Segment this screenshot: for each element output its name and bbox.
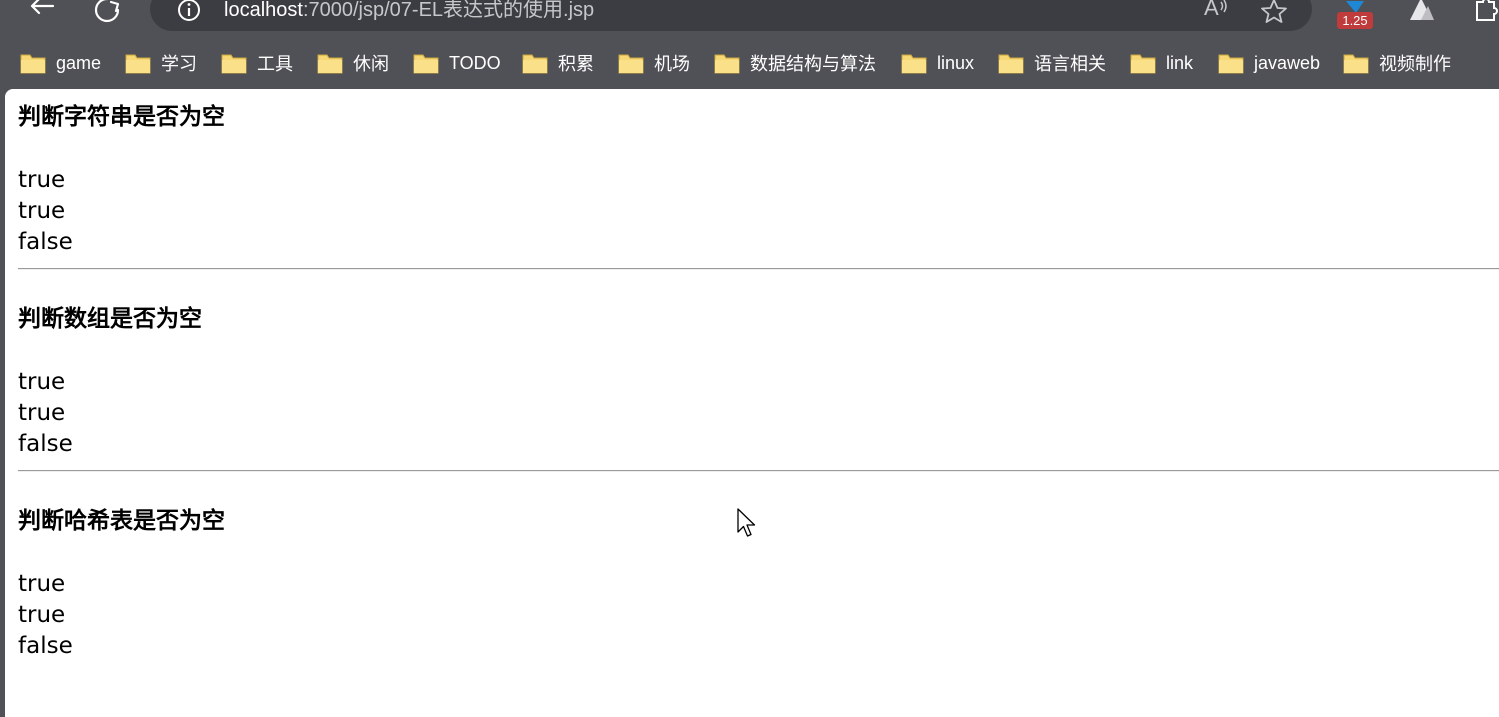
bookmark-label: 积累 (558, 54, 594, 74)
folder-icon (1343, 54, 1369, 74)
browser-toolbar: localhost:7000/jsp/07-EL表达式的使用.jsp A 1.2… (0, 0, 1499, 40)
folder-icon (413, 54, 439, 74)
info-icon[interactable] (176, 0, 202, 22)
folder-icon (618, 54, 644, 74)
result-value: true (18, 571, 66, 597)
bookmark-folder-javaweb[interactable]: javaweb (1218, 48, 1320, 78)
result-value: false (18, 229, 73, 255)
folder-icon (522, 54, 548, 74)
bookmark-folder-accumulate[interactable]: 积累 (522, 48, 594, 78)
bookmark-folder-study[interactable]: 学习 (125, 48, 197, 78)
bookmark-folder-airport[interactable]: 机场 (618, 48, 690, 78)
favorite-star-icon[interactable] (1260, 0, 1288, 26)
result-value: true (18, 369, 66, 395)
bookmark-folder-tools[interactable]: 工具 (221, 48, 293, 78)
bookmark-label: game (56, 52, 102, 73)
url-path: :7000/jsp/07-EL表达式的使用.jsp (302, 0, 595, 21)
folder-icon (317, 54, 343, 74)
result-value: false (18, 633, 73, 659)
refresh-icon (94, 0, 120, 23)
result-value: true (18, 400, 66, 426)
folder-icon (901, 54, 927, 74)
horizontal-rule (18, 268, 1499, 270)
extensions-puzzle-icon (1476, 0, 1498, 21)
bookmark-label: 休闲 (353, 54, 389, 74)
folder-icon (998, 54, 1024, 74)
result-value: false (18, 431, 73, 457)
folder-icon (714, 54, 740, 74)
extensions-menu-button[interactable] (1470, 0, 1499, 32)
address-bar[interactable]: localhost:7000/jsp/07-EL表达式的使用.jsp A (150, 0, 1312, 31)
mouse-cursor-icon (737, 508, 756, 537)
bookmark-label: linux (937, 52, 975, 73)
result-value: true (18, 167, 66, 193)
folder-icon (1130, 54, 1156, 74)
section-title-array: 判断数组是否为空 (18, 306, 202, 332)
bookmark-label: TODO (449, 52, 501, 73)
folder-icon (221, 54, 247, 74)
bookmark-label: 视频制作 (1379, 54, 1451, 74)
horizontal-rule (18, 470, 1499, 472)
bookmark-folder-algorithms[interactable]: 数据结构与算法 (714, 48, 876, 78)
bookmark-label: 语言相关 (1034, 54, 1106, 74)
folder-icon (125, 54, 151, 74)
refresh-button[interactable] (91, 0, 125, 23)
bookmarks-bar: game 学习 工具 休闲 TODO 积累 机场 数据结构与算法 linux 语… (0, 40, 1499, 88)
folder-icon (1218, 54, 1244, 74)
extension-badge: 1.25 (1337, 12, 1373, 29)
bookmark-label: 数据结构与算法 (750, 54, 876, 74)
read-aloud-icon[interactable]: A (1202, 0, 1230, 26)
url-host: localhost (224, 0, 303, 21)
folder-icon (20, 54, 46, 74)
bookmark-label: 工具 (257, 54, 293, 74)
page-content: 判断字符串是否为空 true true false 判断数组是否为空 true … (5, 89, 1499, 717)
bookmark-folder-game[interactable]: game (20, 48, 101, 78)
bookmark-label: 机场 (654, 54, 690, 74)
url-text[interactable]: localhost:7000/jsp/07-EL表达式的使用.jsp (224, 0, 594, 22)
bookmark-folder-leisure[interactable]: 休闲 (317, 48, 389, 78)
back-button[interactable] (24, 0, 58, 22)
section-title-string: 判断字符串是否为空 (18, 104, 225, 130)
extension-mountain-icon (1410, 0, 1434, 20)
bookmark-label: 学习 (161, 54, 197, 74)
bookmark-label: javaweb (1254, 52, 1321, 73)
section-title-hashmap: 判断哈希表是否为空 (18, 508, 225, 534)
extension-mountain-button[interactable] (1407, 0, 1437, 32)
bookmark-folder-linux[interactable]: linux (901, 48, 974, 78)
result-value: true (18, 602, 66, 628)
bookmark-folder-languages[interactable]: 语言相关 (998, 48, 1106, 78)
bookmark-label: link (1166, 52, 1194, 73)
bookmark-folder-link[interactable]: link (1130, 48, 1193, 78)
svg-text:A: A (1204, 0, 1219, 20)
bookmark-folder-todo[interactable]: TODO (413, 48, 501, 78)
back-arrow-icon (30, 0, 55, 15)
result-value: true (18, 198, 66, 224)
bookmark-folder-video[interactable]: 视频制作 (1343, 48, 1451, 78)
